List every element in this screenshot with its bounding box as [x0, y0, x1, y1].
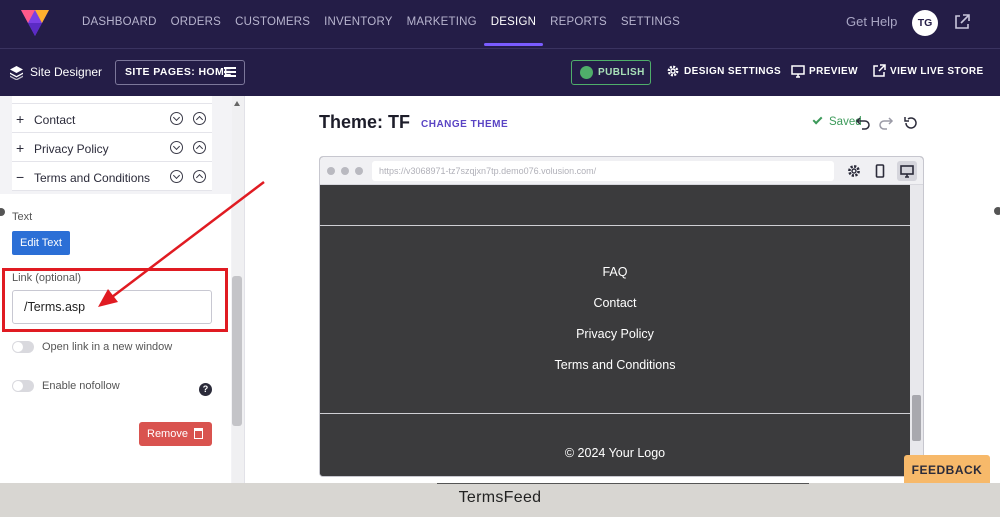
nav-design[interactable]: DESIGN [483, 0, 544, 48]
remove-button[interactable]: Remove [139, 422, 212, 446]
menu-item-contact[interactable]: + Contact [12, 104, 212, 133]
text-field-label: Text [12, 211, 33, 223]
view-live-store-label: VIEW LIVE STORE [890, 66, 984, 77]
view-live-store-button[interactable]: VIEW LIVE STORE [873, 64, 984, 77]
help-icon[interactable]: ? [199, 383, 212, 396]
window-dot [355, 167, 363, 175]
feedback-button[interactable]: FEEDBACK [904, 455, 990, 485]
main-nav: DASHBOARD ORDERS CUSTOMERS INVENTORY MAR… [82, 0, 687, 48]
layers-icon [10, 66, 23, 80]
watermark-text: TermsFeed [458, 489, 542, 506]
expand-icon[interactable]: + [16, 111, 24, 127]
design-settings-button[interactable]: DESIGN SETTINGS [667, 65, 782, 77]
nav-customers[interactable]: CUSTOMERS [228, 0, 317, 48]
footer-link-contact[interactable]: Contact [320, 296, 910, 310]
move-up-icon[interactable] [193, 141, 206, 154]
change-theme-link[interactable]: CHANGE THEME [421, 119, 508, 130]
nav-orders[interactable]: ORDERS [164, 0, 228, 48]
edit-text-button[interactable]: Edit Text [12, 231, 70, 255]
open-new-window-label: Open link in a new window [42, 341, 173, 353]
window-dot [341, 167, 349, 175]
design-settings-label: DESIGN SETTINGS [684, 66, 782, 77]
move-up-icon[interactable] [193, 170, 206, 183]
divider [437, 483, 809, 484]
divider [320, 413, 910, 414]
main-editor: Theme: TF CHANGE THEME Saved https://v30… [245, 96, 1000, 483]
menu-item-terms-and-conditions[interactable]: − Terms and Conditions [12, 162, 212, 191]
panel-scrollbar-thumb[interactable] [232, 276, 242, 426]
list-item [12, 96, 212, 104]
monitor-icon [791, 65, 805, 78]
trash-icon [194, 428, 203, 439]
browser-bar: https://v3068971-tz7szqjxn7tp.demo076.vo… [320, 157, 923, 185]
gear-icon[interactable] [844, 161, 864, 181]
preview-button[interactable]: PREVIEW [791, 65, 858, 78]
nav-settings[interactable]: SETTINGS [614, 0, 687, 48]
copyright-text: © 2024 Your Logo [564, 446, 666, 460]
left-panel: + Contact + Privacy Policy − Terms and C… [0, 96, 245, 483]
gear-icon [667, 65, 679, 77]
footer-link-terms-and-conditions[interactable]: Terms and Conditions [320, 358, 910, 372]
menu-item-label: Terms and Conditions [34, 171, 151, 185]
site-designer-bar: Site Designer SITE PAGES: HOME PUBLISH D… [0, 48, 1000, 96]
publish-label: PUBLISH [598, 67, 645, 78]
move-down-icon[interactable] [170, 170, 183, 183]
nav-dashboard[interactable]: DASHBOARD [82, 0, 164, 48]
redo-icon[interactable] [878, 115, 894, 131]
check-icon [812, 114, 823, 125]
expand-icon[interactable]: + [16, 140, 24, 156]
external-link-icon [873, 64, 886, 77]
nav-inventory[interactable]: INVENTORY [317, 0, 399, 48]
move-up-icon[interactable] [193, 112, 206, 125]
undo-icon[interactable] [855, 115, 871, 131]
divider [320, 225, 910, 226]
publish-button[interactable]: PUBLISH [571, 60, 651, 85]
open-new-window-toggle[interactable] [12, 341, 34, 353]
remove-label: Remove [147, 428, 188, 440]
preview-label: PREVIEW [809, 66, 858, 77]
get-help-link[interactable]: Get Help [846, 14, 897, 29]
menu-item-label: Contact [34, 113, 76, 127]
resize-handle[interactable] [994, 207, 1000, 215]
window-dot [327, 167, 335, 175]
menu-item-label: Privacy Policy [34, 142, 109, 156]
enable-nofollow-toggle[interactable] [12, 380, 34, 392]
preview-browser-frame: https://v3068971-tz7szqjxn7tp.demo076.vo… [319, 156, 924, 477]
external-link-icon[interactable] [953, 13, 971, 31]
preview-scrollbar-thumb[interactable] [912, 395, 921, 441]
desktop-view-icon[interactable] [897, 161, 917, 181]
menu-icon [224, 67, 236, 77]
move-down-icon[interactable] [170, 112, 183, 125]
move-down-icon[interactable] [170, 141, 183, 154]
footer-link-faq[interactable]: FAQ [320, 265, 910, 279]
nav-reports[interactable]: REPORTS [543, 0, 614, 48]
site-pages-selector[interactable]: SITE PAGES: HOME [115, 60, 245, 85]
menu-item-privacy-policy[interactable]: + Privacy Policy [12, 133, 212, 162]
user-avatar[interactable]: TG [912, 10, 938, 36]
nav-marketing[interactable]: MARKETING [400, 0, 484, 48]
site-pages-label: SITE PAGES: HOME [125, 66, 232, 78]
top-nav: DASHBOARD ORDERS CUSTOMERS INVENTORY MAR… [0, 0, 1000, 48]
reset-icon[interactable] [903, 115, 919, 131]
site-designer-title: Site Designer [30, 65, 103, 79]
footer-link-privacy-policy[interactable]: Privacy Policy [320, 327, 910, 341]
site-footer-preview: FAQ Contact Privacy Policy Terms and Con… [320, 185, 910, 476]
enable-nofollow-label: Enable nofollow [42, 380, 120, 392]
volusion-logo-icon[interactable] [19, 6, 51, 38]
watermark-footer: TermsFeed [0, 483, 1000, 517]
collapse-icon[interactable]: − [16, 169, 24, 185]
globe-icon [580, 66, 593, 79]
preview-url-bar[interactable]: https://v3068971-tz7szqjxn7tp.demo076.vo… [372, 161, 834, 181]
scroll-up-icon[interactable] [234, 101, 240, 106]
theme-title: Theme: TF [319, 112, 411, 132]
menu-items-list: + Contact + Privacy Policy − Terms and C… [12, 96, 212, 191]
mobile-view-icon[interactable] [870, 161, 890, 181]
annotation-highlight-box [2, 268, 228, 332]
